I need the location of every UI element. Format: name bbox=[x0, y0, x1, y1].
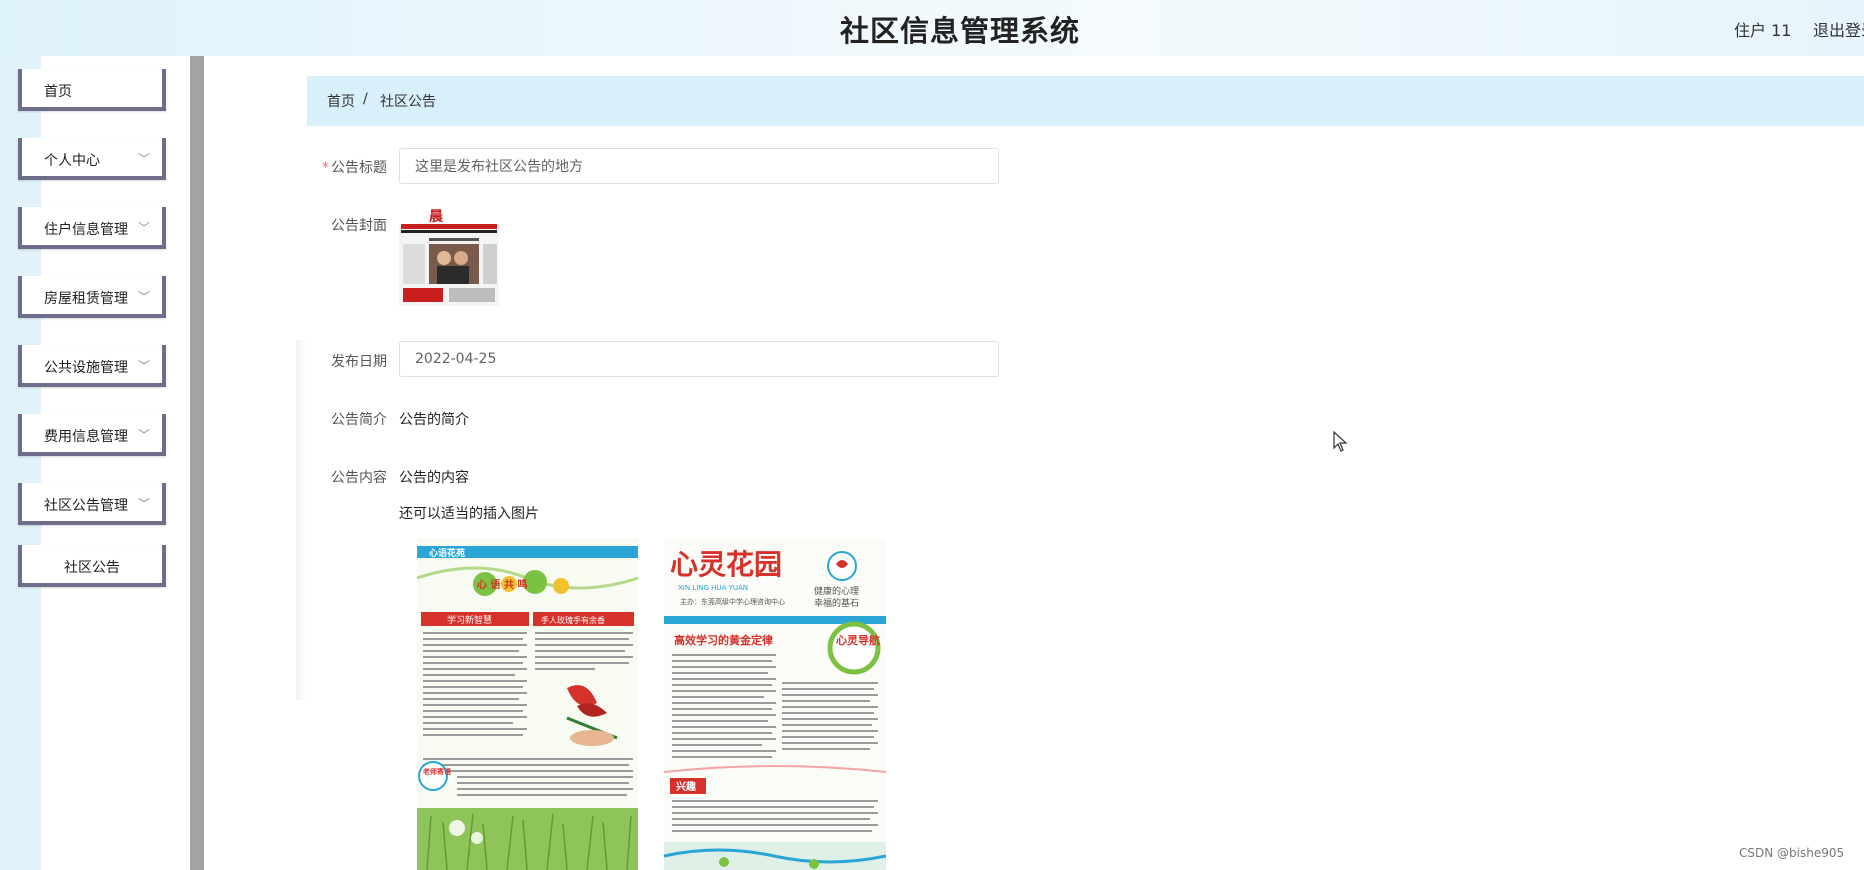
chevron-down-icon: ﹀ bbox=[137, 428, 150, 442]
date-label: 发布日期 bbox=[331, 354, 387, 370]
breadcrumb-home[interactable]: 首页 bbox=[327, 91, 355, 111]
sidebar-item-notice-management[interactable]: 社区公告管理 ﹀ bbox=[18, 483, 166, 525]
poster-left-badge: 心 语 共 鸣 bbox=[477, 578, 527, 591]
sidebar-item-fee-management[interactable]: 费用信息管理 ﹀ bbox=[18, 414, 166, 456]
sidebar-item-facility-management[interactable]: 公共设施管理 ﹀ bbox=[18, 345, 166, 387]
mouse-cursor-icon bbox=[1333, 430, 1349, 457]
sidebar-item-label: 首页 bbox=[44, 84, 72, 100]
content-text-line-1: 公告的内容 bbox=[399, 470, 469, 486]
breadcrumb: 首页 / 社区公告 bbox=[307, 76, 1864, 126]
title-label: * 公告标题 bbox=[322, 160, 387, 176]
logout-link[interactable]: 退出登录 bbox=[1813, 17, 1864, 41]
watermark: CSDN @bishe905 bbox=[1739, 846, 1845, 860]
required-mark: * bbox=[322, 160, 329, 176]
app-title: 社区信息管理系统 bbox=[839, 14, 1080, 48]
chevron-down-icon: ﹀ bbox=[137, 221, 150, 235]
poster-right-title: 心灵花园 bbox=[670, 548, 782, 581]
sidebar-item-label: 费用信息管理 bbox=[44, 429, 128, 445]
sidebar-item-label: 社区公告管理 bbox=[44, 498, 128, 514]
content-image-right: 心灵花园 XIN LING HUA YUAN 健康的心理 幸福的基石 主办：东莞… bbox=[664, 538, 886, 870]
sidebar-item-label: 个人中心 bbox=[44, 153, 100, 169]
cover-label: 公告封面 bbox=[331, 218, 387, 234]
content-image-left: 心语花苑 心 语 共 鸣 学习新智慧 手人玫瑰手有余香 老师寄语 bbox=[417, 538, 638, 870]
sidebar-item-home[interactable]: 首页 bbox=[18, 69, 166, 111]
chevron-down-icon: ﹀ bbox=[137, 152, 150, 166]
background-strip bbox=[296, 340, 306, 700]
poster-right-subtitle: 高效学习的黄金定律 bbox=[674, 633, 773, 647]
sidebar-item-label: 公共设施管理 bbox=[44, 360, 128, 376]
poster-right-slogan-2: 幸福的基石 bbox=[814, 597, 859, 609]
cover-image[interactable]: 晨 bbox=[399, 206, 499, 306]
chevron-down-icon: ﹀ bbox=[137, 359, 150, 373]
sidebar-item-rental-management[interactable]: 房屋租赁管理 ﹀ bbox=[18, 276, 166, 318]
sidebar-item-label: 社区公告 bbox=[64, 560, 120, 576]
svg-text:晨: 晨 bbox=[429, 209, 444, 225]
poster-left-tag: 老师寄语 bbox=[422, 767, 451, 776]
sidebar-item-label: 住户信息管理 bbox=[44, 222, 128, 238]
top-header: 社区信息管理系统 住户 11 退出登录 bbox=[0, 0, 1864, 56]
poster-left-section-left: 学习新智慧 bbox=[447, 614, 492, 626]
breadcrumb-current: 社区公告 bbox=[380, 94, 436, 110]
current-user: 住户 11 bbox=[1734, 21, 1792, 40]
sidebar-item-label: 房屋租赁管理 bbox=[44, 291, 128, 307]
title-input[interactable] bbox=[399, 148, 999, 184]
poster-left-header: 心语花苑 bbox=[429, 547, 465, 559]
summary-label: 公告简介 bbox=[331, 412, 387, 428]
poster-right-nav: 心灵导航 bbox=[836, 633, 880, 647]
sidebar-item-resident-management[interactable]: 住户信息管理 ﹀ bbox=[18, 207, 166, 249]
poster-right-host: 主办：东莞高级中学心理咨询中心 bbox=[680, 597, 785, 606]
chevron-down-icon: ﹀ bbox=[137, 290, 150, 304]
sidebar-item-personal-center[interactable]: 个人中心 ﹀ bbox=[18, 138, 166, 180]
chevron-down-icon: ﹀ bbox=[137, 497, 150, 511]
content-label: 公告内容 bbox=[331, 470, 387, 486]
breadcrumb-separator: / bbox=[363, 91, 368, 107]
content-text-line-2: 还可以适当的插入图片 bbox=[399, 506, 539, 522]
sidebar-scrollbar[interactable] bbox=[190, 56, 204, 870]
poster-right-pinyin: XIN LING HUA YUAN bbox=[678, 584, 748, 592]
main-gutter bbox=[204, 56, 304, 870]
poster-right-slogan-1: 健康的心理 bbox=[814, 585, 859, 597]
poster-right-section: 兴趣 bbox=[676, 780, 697, 793]
poster-left-section-right: 手人玫瑰手有余香 bbox=[541, 615, 605, 625]
summary-text: 公告的简介 bbox=[399, 412, 469, 428]
date-input[interactable] bbox=[399, 341, 999, 377]
sidebar-subitem-notice[interactable]: 社区公告 bbox=[18, 545, 166, 587]
